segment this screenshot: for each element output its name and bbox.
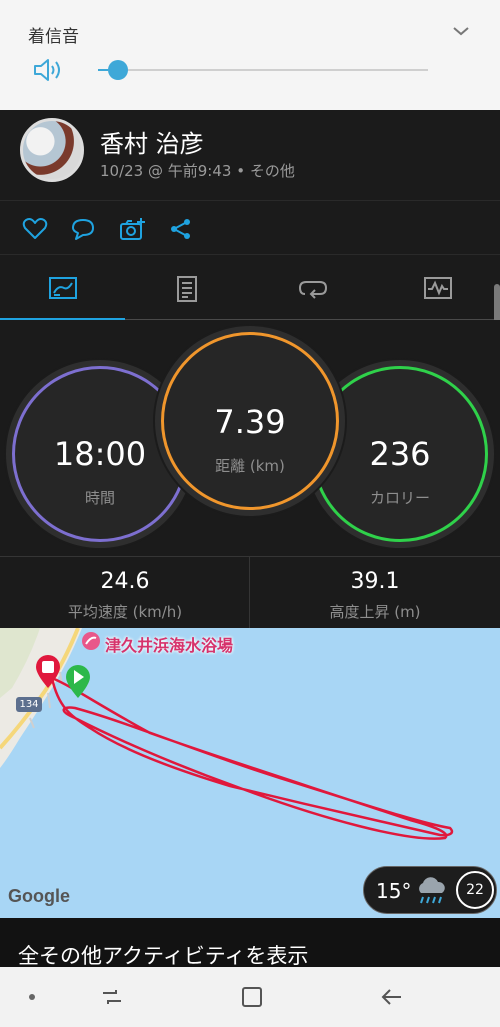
heart-icon[interactable]: [22, 217, 48, 241]
road-number-badge: 134: [16, 697, 42, 712]
calories-value: 236: [369, 435, 431, 473]
temperature-value: 15°: [376, 879, 412, 903]
start-marker-icon[interactable]: [64, 664, 92, 700]
avatar[interactable]: [20, 118, 84, 182]
avg-speed-stat: 24.6 平均速度 (km/h): [0, 556, 250, 628]
elevation-gain-value: 39.1: [350, 569, 400, 594]
time-ring: 18:00 時間: [12, 366, 188, 542]
overview-icon: [49, 277, 77, 299]
avg-speed-label: 平均速度 (km/h): [67, 603, 183, 621]
rain-cloud-icon: [419, 877, 445, 904]
wind-speed-dial: 22: [456, 871, 494, 909]
poi-beach-icon[interactable]: [80, 630, 102, 652]
action-bar: [0, 200, 500, 254]
tab-laps[interactable]: [250, 255, 375, 321]
volume-slider-thumb[interactable]: [107, 60, 128, 80]
distance-value: 7.39: [214, 403, 286, 441]
home-icon[interactable]: [240, 985, 264, 1009]
volume-panel: 着信音: [0, 0, 500, 110]
stats-panel: 18:00 時間 236 カロリー 7.39 距離 (km): [0, 320, 500, 556]
share-icon[interactable]: [168, 217, 194, 241]
tab-details[interactable]: [125, 255, 250, 321]
nav-dot-indicator: [29, 994, 35, 1000]
volume-slider-track[interactable]: [98, 69, 428, 71]
activity-meta: 10/23 @ 午前9:43 • その他: [100, 162, 295, 180]
tab-overview[interactable]: [0, 255, 125, 321]
tab-charts[interactable]: [375, 255, 500, 321]
distance-ring: 7.39 距離 (km): [161, 332, 339, 510]
volume-title: 着信音: [28, 27, 79, 47]
stats-divider: [249, 556, 250, 628]
elevation-gain-stat: 39.1 高度上昇 (m): [250, 556, 500, 628]
calories-label: カロリー: [369, 489, 430, 507]
calories-ring: 236 カロリー: [312, 366, 488, 542]
system-nav-bar: [0, 967, 500, 1027]
end-marker-icon[interactable]: [34, 654, 62, 690]
more-activities-row[interactable]: 全その他アクティビティを表示: [0, 918, 500, 968]
google-logo: Google: [8, 886, 70, 906]
activity-track: [50, 676, 454, 840]
avg-speed-value: 24.6: [100, 569, 150, 594]
weather-badge[interactable]: 15° 22: [363, 866, 497, 914]
distance-label: 距離 (km): [215, 457, 285, 475]
user-name[interactable]: 香村 治彦: [100, 124, 204, 159]
time-label: 時間: [84, 489, 115, 507]
tab-bar: [0, 254, 500, 321]
volume-slider-fill: [98, 69, 108, 71]
chevron-down-icon[interactable]: [450, 22, 472, 40]
route-map[interactable]: 津久井浜海水浴場 134 Google 15° 22: [0, 628, 500, 918]
camera-add-icon[interactable]: [119, 217, 147, 241]
poi-name[interactable]: 津久井浜海水浴場: [105, 632, 233, 656]
recent-apps-icon[interactable]: [100, 985, 124, 1009]
laps-icon: [298, 281, 328, 299]
more-activities-link[interactable]: 全その他アクティビティを表示: [18, 940, 308, 970]
elevation-gain-label: 高度上昇 (m): [329, 603, 421, 621]
comment-icon[interactable]: [70, 217, 96, 241]
time-value: 18:00: [53, 435, 147, 473]
activity-header: 香村 治彦 10/23 @ 午前9:43 • その他: [0, 110, 500, 200]
back-icon[interactable]: [380, 985, 404, 1009]
speaker-icon[interactable]: [32, 56, 64, 84]
document-icon: [177, 276, 197, 302]
chart-icon: [424, 277, 452, 299]
